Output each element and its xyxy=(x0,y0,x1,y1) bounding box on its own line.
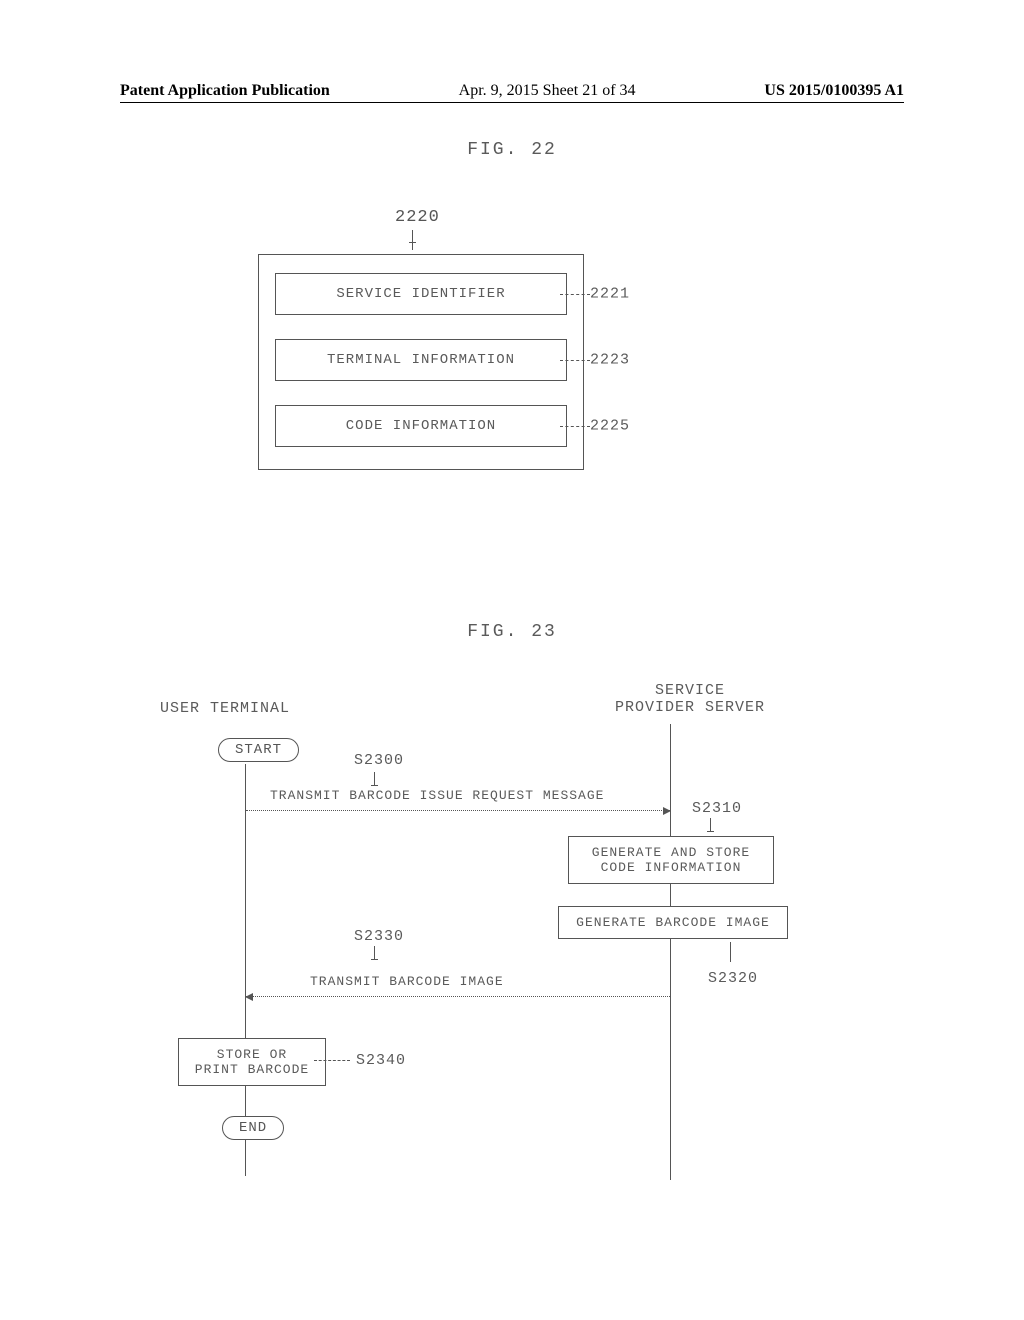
fig22-row-service-identifier: SERVICE IDENTIFIER 2221 xyxy=(275,273,567,315)
fig23-arrow-s2330 xyxy=(246,996,670,997)
leader-line xyxy=(314,1060,350,1061)
fig22-row-terminal-information: TERMINAL INFORMATION 2223 xyxy=(275,339,567,381)
header-left: Patent Application Publication xyxy=(120,82,330,100)
fig23-msg-s2330: TRANSMIT BARCODE IMAGE xyxy=(310,974,504,989)
leader-line xyxy=(560,360,590,361)
fig23-box-s2310: GENERATE AND STORECODE INFORMATION xyxy=(568,836,774,884)
fig23-box-s2320: GENERATE BARCODE IMAGE xyxy=(558,906,788,939)
fig22-title: FIG. 22 xyxy=(0,140,1024,160)
fig23-ref-s2330: S2330 xyxy=(354,928,404,945)
fig22-row-ref: 2223 xyxy=(590,352,630,369)
fig22-row-ref: 2221 xyxy=(590,286,630,303)
leader-tick xyxy=(710,818,711,832)
fig22-outer-ref: 2220 xyxy=(395,208,440,227)
fig23-box-label: STORE ORPRINT BARCODE xyxy=(195,1047,309,1077)
fig23-ref-s2320: S2320 xyxy=(708,970,758,987)
lifeline-server xyxy=(670,724,671,1180)
header-mid: Apr. 9, 2015 Sheet 21 of 34 xyxy=(459,82,636,100)
fig23-actor-server-line2: PROVIDER SERVER xyxy=(615,699,765,716)
fig23-actor-server-line1: SERVICE xyxy=(655,682,725,699)
page-header: Patent Application Publication Apr. 9, 2… xyxy=(120,82,904,103)
fig23-actor-server: SERVICE PROVIDER SERVER xyxy=(580,682,800,716)
fig23-end: END xyxy=(222,1116,284,1140)
fig22-row-label: CODE INFORMATION xyxy=(346,418,496,434)
fig23-box-label: GENERATE AND STORECODE INFORMATION xyxy=(592,845,750,875)
leader-tick xyxy=(374,946,375,960)
leader-tick xyxy=(374,772,375,786)
fig23-actor-user: USER TERMINAL xyxy=(160,700,290,717)
fig22-outer-leader xyxy=(412,230,413,250)
fig23-ref-s2340: S2340 xyxy=(356,1052,406,1069)
fig23-msg-s2300: TRANSMIT BARCODE ISSUE REQUEST MESSAGE xyxy=(270,788,604,803)
fig23-box-s2340: STORE ORPRINT BARCODE xyxy=(178,1038,326,1086)
fig23-box-label: GENERATE BARCODE IMAGE xyxy=(576,915,770,930)
fig22-row-code-information: CODE INFORMATION 2225 xyxy=(275,405,567,447)
fig23-start: START xyxy=(218,738,299,762)
fig23-diagram: USER TERMINAL SERVICE PROVIDER SERVER ST… xyxy=(150,660,850,1200)
fig23-title: FIG. 23 xyxy=(0,622,1024,642)
connector xyxy=(670,886,671,906)
leader-line xyxy=(730,942,731,962)
fig22-row-label: TERMINAL INFORMATION xyxy=(327,352,515,368)
header-right: US 2015/0100395 A1 xyxy=(764,82,904,100)
fig23-ref-s2310: S2310 xyxy=(692,800,742,817)
fig23-ref-s2300: S2300 xyxy=(354,752,404,769)
fig22-container: SERVICE IDENTIFIER 2221 TERMINAL INFORMA… xyxy=(258,254,584,470)
connector xyxy=(245,1088,246,1116)
leader-line xyxy=(560,426,590,427)
fig23-arrow-s2300 xyxy=(246,810,670,811)
fig22-row-label: SERVICE IDENTIFIER xyxy=(336,286,505,302)
leader-line xyxy=(560,294,590,295)
fig22-row-ref: 2225 xyxy=(590,418,630,435)
